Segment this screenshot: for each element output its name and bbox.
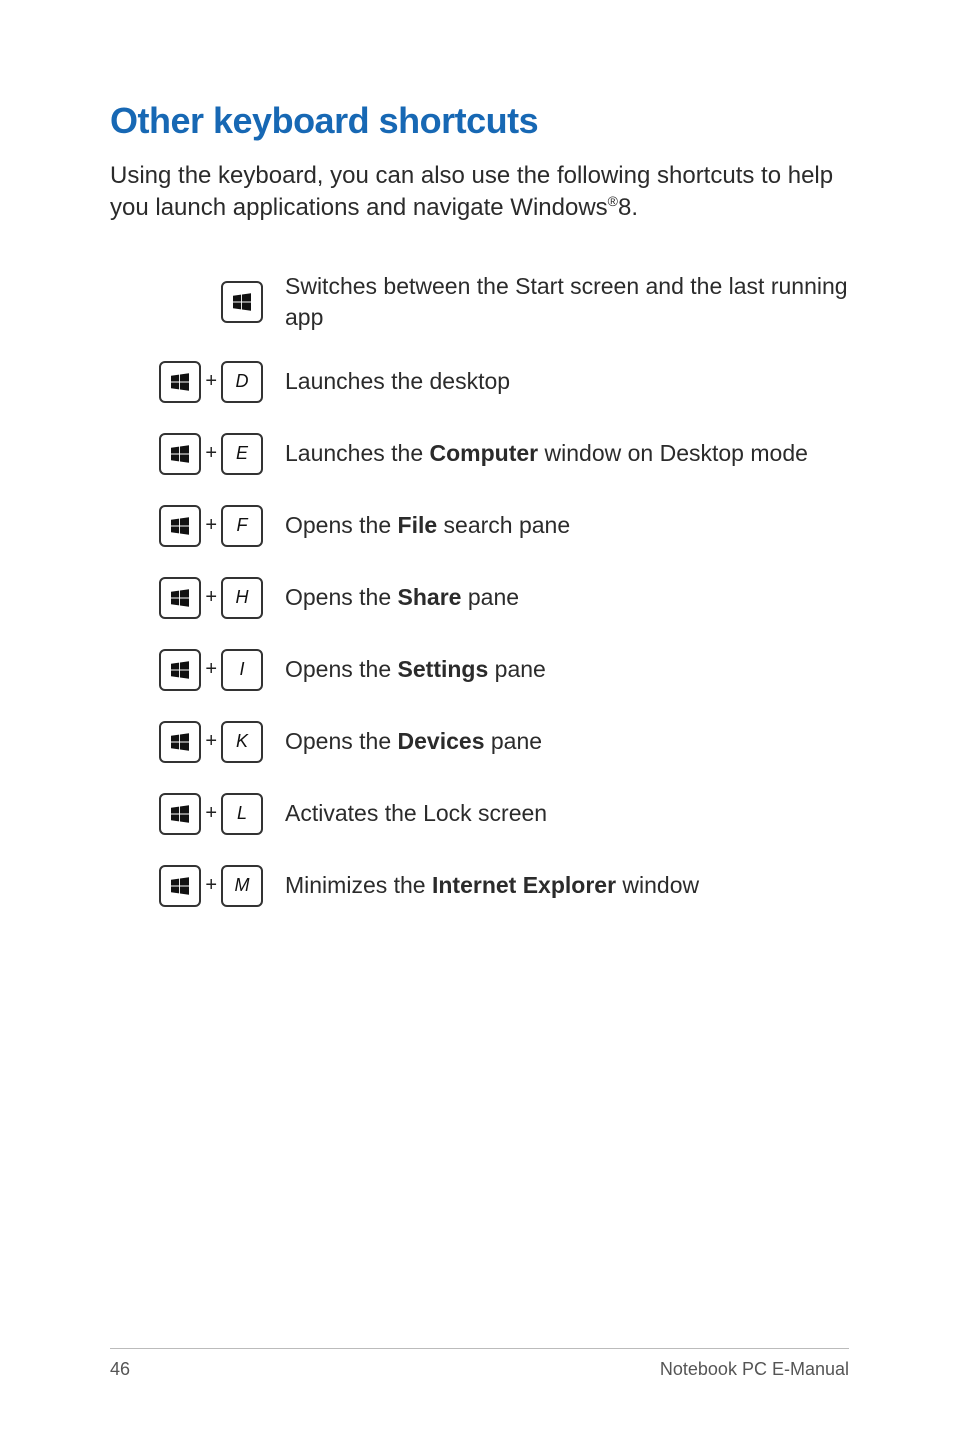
plus-symbol: + (205, 730, 217, 753)
letter-key: D (221, 361, 263, 403)
desc-text-pre: Opens the (285, 584, 398, 610)
desc-text-pre: Launches the (285, 440, 430, 466)
windows-key-icon (221, 281, 263, 323)
shortcut-keys: +D (110, 361, 285, 403)
windows-key-icon (159, 721, 201, 763)
desc-text-bold: Computer (430, 440, 539, 466)
intro-text-pre: Using the keyboard, you can also use the… (110, 162, 833, 221)
plus-symbol: + (205, 874, 217, 897)
windows-key-icon (159, 361, 201, 403)
shortcut-list: Switches between the Start screen and th… (110, 271, 849, 909)
shortcut-keys: +F (110, 505, 285, 547)
shortcut-description: Opens the File search pane (285, 510, 849, 541)
shortcut-keys: +L (110, 793, 285, 835)
windows-key-icon (159, 649, 201, 691)
footer-doc-title: Notebook PC E-Manual (660, 1359, 849, 1380)
desc-text-post: search pane (437, 512, 570, 538)
desc-text-post: window on Desktop mode (538, 440, 808, 466)
desc-text-post: pane (485, 728, 543, 754)
page-heading: Other keyboard shortcuts (110, 100, 849, 142)
desc-text-bold: Settings (398, 656, 489, 682)
shortcut-row: +IOpens the Settings pane (110, 647, 849, 693)
shortcut-description: Opens the Share pane (285, 582, 849, 613)
shortcut-keys: +K (110, 721, 285, 763)
shortcut-keys: +E (110, 433, 285, 475)
plus-symbol: + (205, 802, 217, 825)
intro-registered-mark: ® (608, 193, 618, 209)
shortcut-description: Launches the desktop (285, 366, 849, 397)
windows-key-icon (159, 433, 201, 475)
desc-text-pre: Launches the desktop (285, 368, 510, 394)
letter-key: H (221, 577, 263, 619)
intro-paragraph: Using the keyboard, you can also use the… (110, 160, 849, 225)
shortcut-description: Opens the Devices pane (285, 726, 849, 757)
shortcut-keys: +M (110, 865, 285, 907)
page-number: 46 (110, 1359, 130, 1380)
desc-text-bold: Share (398, 584, 462, 610)
desc-text-bold: Devices (398, 728, 485, 754)
shortcut-row: +LActivates the Lock screen (110, 791, 849, 837)
desc-text-pre: Opens the (285, 512, 398, 538)
plus-symbol: + (205, 442, 217, 465)
page-footer: 46 Notebook PC E-Manual (110, 1348, 849, 1380)
shortcut-keys: +I (110, 649, 285, 691)
desc-text-pre: Opens the (285, 728, 398, 754)
letter-key: E (221, 433, 263, 475)
shortcut-row: +MMinimizes the Internet Explorer window (110, 863, 849, 909)
shortcut-row: +KOpens the Devices pane (110, 719, 849, 765)
shortcut-description: Opens the Settings pane (285, 654, 849, 685)
shortcut-description: Minimizes the Internet Explorer window (285, 870, 849, 901)
intro-text-post: 8. (618, 194, 638, 221)
desc-text-bold: File (398, 512, 438, 538)
windows-key-icon (159, 505, 201, 547)
desc-text-pre: Opens the (285, 656, 398, 682)
desc-text-bold: Internet Explorer (432, 872, 616, 898)
shortcut-description: Switches between the Start screen and th… (285, 271, 849, 333)
windows-key-icon (159, 793, 201, 835)
desc-text-pre: Minimizes the (285, 872, 432, 898)
letter-key: L (221, 793, 263, 835)
shortcut-keys: +H (110, 577, 285, 619)
windows-key-icon (159, 865, 201, 907)
shortcut-description: Activates the Lock screen (285, 798, 849, 829)
desc-text-pre: Switches between the Start screen and th… (285, 273, 848, 330)
shortcut-row: +FOpens the File search pane (110, 503, 849, 549)
letter-key: M (221, 865, 263, 907)
desc-text-pre: Activates the Lock screen (285, 800, 547, 826)
shortcut-row: +ELaunches the Computer window on Deskto… (110, 431, 849, 477)
letter-key: K (221, 721, 263, 763)
letter-key: I (221, 649, 263, 691)
letter-key: F (221, 505, 263, 547)
plus-symbol: + (205, 658, 217, 681)
plus-symbol: + (205, 514, 217, 537)
shortcut-keys (110, 281, 285, 323)
shortcut-row: +DLaunches the desktop (110, 359, 849, 405)
desc-text-post: pane (461, 584, 519, 610)
plus-symbol: + (205, 370, 217, 393)
desc-text-post: window (616, 872, 699, 898)
desc-text-post: pane (488, 656, 546, 682)
shortcut-row: +HOpens the Share pane (110, 575, 849, 621)
shortcut-description: Launches the Computer window on Desktop … (285, 438, 849, 469)
plus-symbol: + (205, 586, 217, 609)
shortcut-row: Switches between the Start screen and th… (110, 271, 849, 333)
windows-key-icon (159, 577, 201, 619)
